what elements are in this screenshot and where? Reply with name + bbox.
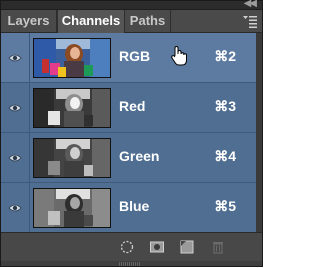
channel-row-blue[interactable]: Blue ⌘5 (1, 183, 262, 233)
channel-shortcut: ⌘4 (214, 148, 236, 164)
channel-row-red[interactable]: Red ⌘3 (1, 83, 262, 133)
green-thumbnail (33, 138, 111, 178)
tab-bar: Layers Channels Paths (1, 10, 262, 33)
channel-shortcut: ⌘5 (214, 198, 236, 214)
panel-titlebar[interactable]: ◀◀ (1, 0, 262, 10)
eye-icon[interactable] (8, 153, 22, 163)
visibility-toggle[interactable] (1, 183, 30, 233)
hand-cursor-icon (171, 45, 187, 66)
red-thumbnail (33, 88, 111, 128)
panel-menu-icon[interactable] (242, 13, 258, 29)
delete-channel-icon[interactable] (210, 239, 226, 255)
resize-grip-icon[interactable] (119, 262, 141, 266)
new-channel-icon[interactable] (179, 239, 195, 255)
channels-panel: ◀◀ Layers Channels Paths RGB ⌘2 Red ⌘3 G… (0, 0, 263, 267)
load-selection-icon[interactable] (119, 239, 135, 255)
scrollbar[interactable] (256, 33, 262, 232)
eye-icon[interactable] (8, 53, 22, 63)
channel-name: Green (119, 148, 160, 164)
tab-layers[interactable]: Layers (1, 10, 57, 32)
visibility-toggle[interactable] (1, 133, 30, 183)
channel-name: RGB (119, 48, 151, 64)
eye-icon[interactable] (8, 103, 22, 113)
collapse-icon[interactable]: ◀◀ (244, 0, 257, 10)
save-selection-icon[interactable] (149, 239, 165, 255)
channel-list: RGB ⌘2 Red ⌘3 Green ⌘4 Blue ⌘5 (1, 33, 262, 233)
channel-shortcut: ⌘3 (214, 98, 236, 114)
visibility-toggle[interactable] (1, 83, 30, 133)
bottom-toolbar (1, 232, 262, 261)
visibility-toggle[interactable] (1, 33, 30, 83)
eye-icon[interactable] (8, 203, 22, 213)
channel-row-rgb[interactable]: RGB ⌘2 (1, 33, 262, 83)
channel-shortcut: ⌘2 (214, 48, 236, 64)
channel-name: Blue (119, 198, 150, 214)
tab-paths[interactable]: Paths (125, 10, 171, 32)
blue-thumbnail (33, 188, 111, 228)
channel-row-green[interactable]: Green ⌘4 (1, 133, 262, 183)
tab-channels[interactable]: Channels (57, 10, 125, 33)
rgb-thumbnail (33, 38, 111, 78)
channel-name: Red (119, 98, 146, 114)
